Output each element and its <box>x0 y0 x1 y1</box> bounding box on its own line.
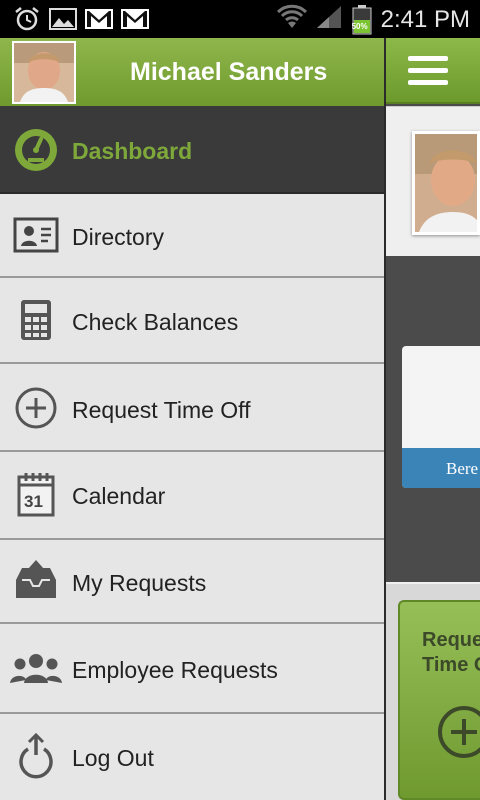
nav-item-request-time-off[interactable]: Request Time Off <box>0 364 384 452</box>
gmail-icon <box>84 6 114 32</box>
plus-circle-icon <box>436 704 480 760</box>
contact-card-icon <box>12 212 60 260</box>
people-icon <box>8 644 64 692</box>
tile-label-line: Reque <box>422 629 480 651</box>
power-icon <box>12 732 60 780</box>
image-icon <box>48 6 78 32</box>
nav-item-check-balances[interactable]: Check Balances <box>0 278 384 364</box>
action-bar <box>386 38 480 104</box>
nav-item-directory[interactable]: Directory <box>0 194 384 278</box>
nav-label: Check Balances <box>72 309 239 335</box>
nav-label: Request Time Off <box>72 397 251 423</box>
nav-item-my-requests[interactable]: My Requests <box>0 540 384 624</box>
user-avatar <box>12 41 76 104</box>
nav-item-log-out[interactable]: Log Out <box>0 714 384 800</box>
tiles-area: Reque Time O <box>386 582 480 800</box>
request-time-off-tile[interactable]: Reque Time O <box>398 600 480 800</box>
status-bar: 50% 2:41 PM <box>0 0 480 38</box>
nav-label: Calendar <box>72 483 166 509</box>
signal-icon <box>315 4 343 35</box>
profile-photo <box>412 131 480 235</box>
menu-icon[interactable] <box>408 56 448 88</box>
info-card[interactable]: Bere <box>402 346 480 488</box>
profile-card <box>386 106 480 256</box>
battery-percent: 50% <box>351 21 368 31</box>
nav-item-calendar[interactable]: 31 Calendar <box>0 452 384 540</box>
nav-label: Employee Requests <box>72 657 278 683</box>
plus-circle-icon <box>12 384 60 432</box>
navigation-drawer: Michael Sanders Dashboard Directory Chec… <box>0 38 386 800</box>
gauge-icon <box>12 126 60 174</box>
clock: 2:41 PM <box>380 5 470 33</box>
phone-screen: 50% 2:41 PM Michael Sanders Dashboard Di… <box>0 0 480 800</box>
nav-label: Directory <box>72 224 165 250</box>
nav-label: My Requests <box>72 570 207 596</box>
main-content: Bere Reque Time O <box>386 38 480 800</box>
card-caption: Bere <box>446 459 479 478</box>
alarm-icon <box>12 6 42 32</box>
calculator-icon <box>12 296 60 344</box>
nav-item-dashboard[interactable]: Dashboard <box>0 106 384 194</box>
gmail-icon <box>120 6 150 32</box>
wifi-icon <box>276 4 307 35</box>
calendar-icon: 31 <box>12 470 60 518</box>
user-name: Michael Sanders <box>130 58 328 86</box>
system-icons: 50% 2:41 PM <box>276 4 470 35</box>
inbox-upload-icon <box>12 556 60 604</box>
tile-label-line: Time O <box>422 654 480 676</box>
calendar-day: 31 <box>24 492 43 511</box>
nav-label: Log Out <box>72 745 154 771</box>
nav-item-employee-requests[interactable]: Employee Requests <box>0 624 384 714</box>
battery-icon: 50% <box>351 4 373 35</box>
nav-label: Dashboard <box>72 138 193 164</box>
tile-label: Reque Time O <box>422 628 480 678</box>
drawer-header[interactable]: Michael Sanders <box>0 38 384 106</box>
notification-icons <box>12 6 150 32</box>
